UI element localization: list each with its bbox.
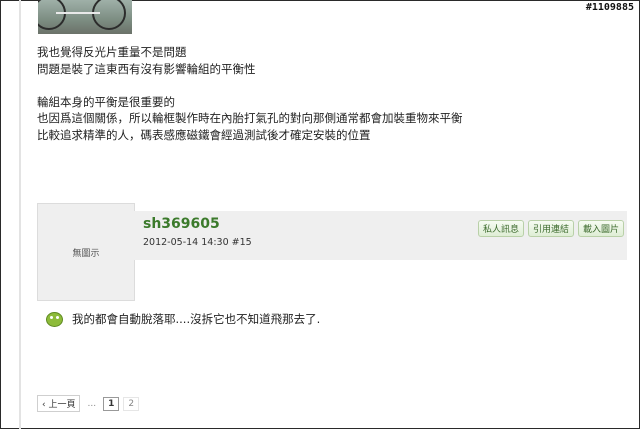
username-link[interactable]: sh369605	[143, 216, 220, 232]
prev-page-button[interactable]: ‹ 上一頁	[37, 395, 81, 412]
pagination-ellipsis: ...	[87, 398, 97, 409]
watermark: #1109885	[585, 2, 634, 13]
post-line: 我也覺得反光片重量不是問題	[37, 45, 187, 59]
page-1-button[interactable]: 1	[103, 396, 120, 411]
post-line: 輪組本身的平衡是很重要的	[37, 94, 175, 109]
post-image[interactable]	[38, 0, 132, 34]
bike-frame-icon	[56, 12, 100, 14]
load-images-button[interactable]: 載入圖片	[577, 220, 624, 237]
reply-text: 我的都會自動脫落耶....沒拆它也不知道飛那去了.	[72, 312, 321, 326]
reply-header: sh369605 2012-05-14 14:30 #15 私人訊息 引用連結 …	[134, 211, 627, 260]
post-line: 問題是裝了這東西有沒有影響輪組的平衡性	[37, 61, 256, 76]
quote-link-button[interactable]: 引用連結	[527, 220, 574, 237]
content-divider	[19, 0, 21, 429]
post-meta: 2012-05-14 14:30 #15	[143, 237, 252, 248]
avatar-placeholder-text: 無圖示	[72, 248, 100, 259]
pagination: ‹ 上一頁 ... 1 2	[37, 395, 140, 412]
reply-content: 我的都會自動脫落耶....沒拆它也不知道飛那去了.	[46, 311, 320, 327]
avatar: 無圖示	[37, 203, 135, 301]
private-message-button[interactable]: 私人訊息	[477, 220, 524, 237]
smiley-icon	[46, 311, 63, 327]
page-2-button[interactable]: 2	[123, 396, 140, 411]
bike-wheel-icon	[92, 0, 126, 30]
post-actions: 私人訊息 引用連結 載入圖片	[477, 220, 624, 237]
post-line: 比較追求精準的人，碼表感應磁鐵會經過測試後才確定安裝的位置	[37, 127, 371, 142]
bike-wheel-icon	[38, 0, 66, 30]
post-line: 也因爲這個關係，所以輪框製作時在內胎打氣孔的對向那側通常都會加裝重物來平衡	[37, 111, 463, 125]
post-content: 我也覺得反光片重量不是問題 問題是裝了這東西有沒有影響輪組的平衡性 輪組本身的平…	[37, 44, 463, 143]
